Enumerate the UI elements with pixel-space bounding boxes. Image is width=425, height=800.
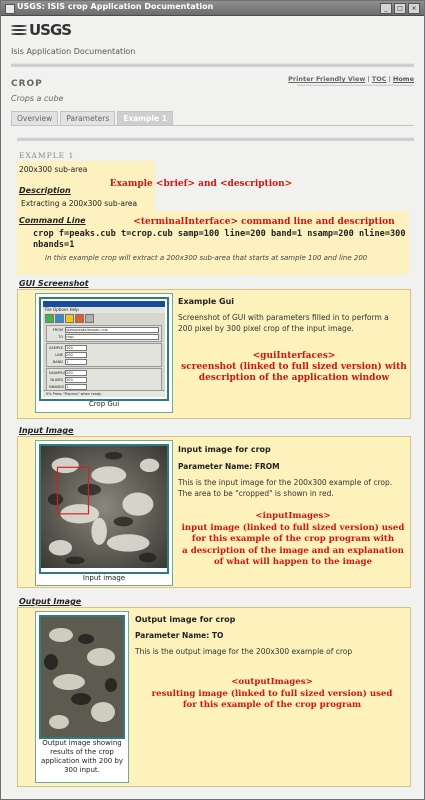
usgs-logo[interactable]: USGS bbox=[11, 21, 72, 39]
gui-screenshot-image: File Options Help FROM/data/peaks/mosaic… bbox=[43, 301, 165, 397]
annotation-gui: <guiInterfaces> screenshot (linked to fu… bbox=[181, 351, 407, 383]
command-note: In this example crop will extract a 200x… bbox=[45, 254, 368, 262]
gui-title: Example Gui bbox=[178, 297, 235, 306]
gui-mock-status: 0% Press "Process" when ready bbox=[43, 390, 165, 397]
window-titlebar: USGS: ISIS crop Application Documentatio… bbox=[1, 1, 424, 16]
tab-bar: Overview Parameters Example 1 bbox=[11, 111, 173, 125]
input-thumbnail-frame bbox=[39, 444, 169, 574]
command-line: crop f=peaks.cub t=crop.cub samp=100 lin… bbox=[33, 229, 406, 250]
annotation-output: <outputImages> resulting image (linked t… bbox=[151, 677, 393, 710]
tab-parameters[interactable]: Parameters bbox=[60, 111, 116, 125]
input-thumbnail-caption: Input image bbox=[82, 574, 126, 582]
program-name: CROP bbox=[11, 79, 43, 89]
input-param-name: Parameter Name: FROM bbox=[178, 462, 280, 471]
header-divider bbox=[11, 63, 414, 67]
annotation-brief: Example <brief> and <description> bbox=[109, 179, 293, 189]
program-brief: Crops a cube bbox=[11, 94, 64, 103]
input-description: This is the input image for the 200x300 … bbox=[178, 478, 393, 498]
input-image bbox=[41, 446, 167, 569]
links-divider bbox=[297, 84, 414, 86]
example-title: EXAMPLE 1 bbox=[19, 151, 75, 160]
usgs-wave-icon bbox=[11, 24, 27, 37]
gui-mock-toolbar bbox=[43, 313, 165, 324]
command-line-heading: Command Line bbox=[19, 216, 86, 225]
gui-mock-start-group: SAMPLE 100 LINE 200 BAND 1 bbox=[46, 343, 162, 367]
example-brief: 200x300 sub-area bbox=[19, 165, 88, 174]
output-thumbnail[interactable]: Output image showing results of the crop… bbox=[35, 611, 129, 783]
output-description: This is the output image for the 200x300… bbox=[135, 647, 353, 656]
gui-thumbnail-frame: File Options Help FROM/data/peaks/mosaic… bbox=[39, 297, 169, 401]
minimize-icon[interactable]: _ bbox=[380, 3, 392, 14]
gui-thumbnail-caption: Crop Gui bbox=[88, 400, 120, 408]
maximize-icon[interactable]: □ bbox=[394, 3, 406, 14]
annotation-terminal: <terminalInterface> command line and des… bbox=[133, 217, 395, 227]
description-text: Extracting a 200x300 sub-area bbox=[21, 199, 138, 208]
tab-underline bbox=[11, 125, 414, 126]
description-heading: Description bbox=[19, 186, 71, 195]
window-title: USGS: ISIS crop Application Documentatio… bbox=[17, 2, 214, 11]
gui-screenshot-heading: GUI Screenshot bbox=[19, 279, 89, 288]
annotation-input: <inputImages> input image (linked to ful… bbox=[181, 511, 405, 567]
gui-mock-output-group: NSAMPLES 200 NLINES 300 NBANDS 1 bbox=[46, 368, 162, 392]
header-subtitle: Isis Application Documentation bbox=[11, 47, 136, 56]
close-icon[interactable]: × bbox=[408, 3, 420, 14]
gui-thumbnail[interactable]: File Options Help FROM/data/peaks/mosaic… bbox=[35, 293, 173, 413]
output-param-name: Parameter Name: TO bbox=[135, 631, 224, 640]
output-thumbnail-caption: Output image showing results of the crop… bbox=[40, 739, 124, 774]
output-title: Output image for crop bbox=[135, 615, 236, 624]
printer-friendly-link[interactable]: Printer Friendly View bbox=[288, 75, 365, 83]
toc-link[interactable]: TOC bbox=[372, 75, 387, 83]
home-link[interactable]: Home bbox=[393, 75, 414, 83]
logo-text: USGS bbox=[29, 21, 72, 39]
input-title: Input image for crop bbox=[178, 445, 271, 454]
gui-description: Screenshot of GUI with parameters filled… bbox=[178, 313, 389, 333]
gui-mock-files-group: FROM/data/peaks/mosaic.cub TO crop bbox=[46, 325, 162, 342]
tab-overview[interactable]: Overview bbox=[11, 111, 59, 125]
input-image-heading: Input Image bbox=[19, 426, 74, 435]
input-thumbnail[interactable]: Input image bbox=[35, 440, 173, 586]
browser-window: USGS: ISIS crop Application Documentatio… bbox=[0, 0, 425, 800]
top-links: Printer Friendly View | TOC | Home bbox=[288, 75, 414, 83]
output-image bbox=[41, 617, 123, 737]
output-thumbnail-frame bbox=[39, 615, 125, 739]
example-divider bbox=[17, 137, 414, 141]
output-image-heading: Output Image bbox=[19, 597, 82, 606]
app-icon bbox=[5, 4, 15, 14]
tab-example-1[interactable]: Example 1 bbox=[117, 111, 173, 125]
